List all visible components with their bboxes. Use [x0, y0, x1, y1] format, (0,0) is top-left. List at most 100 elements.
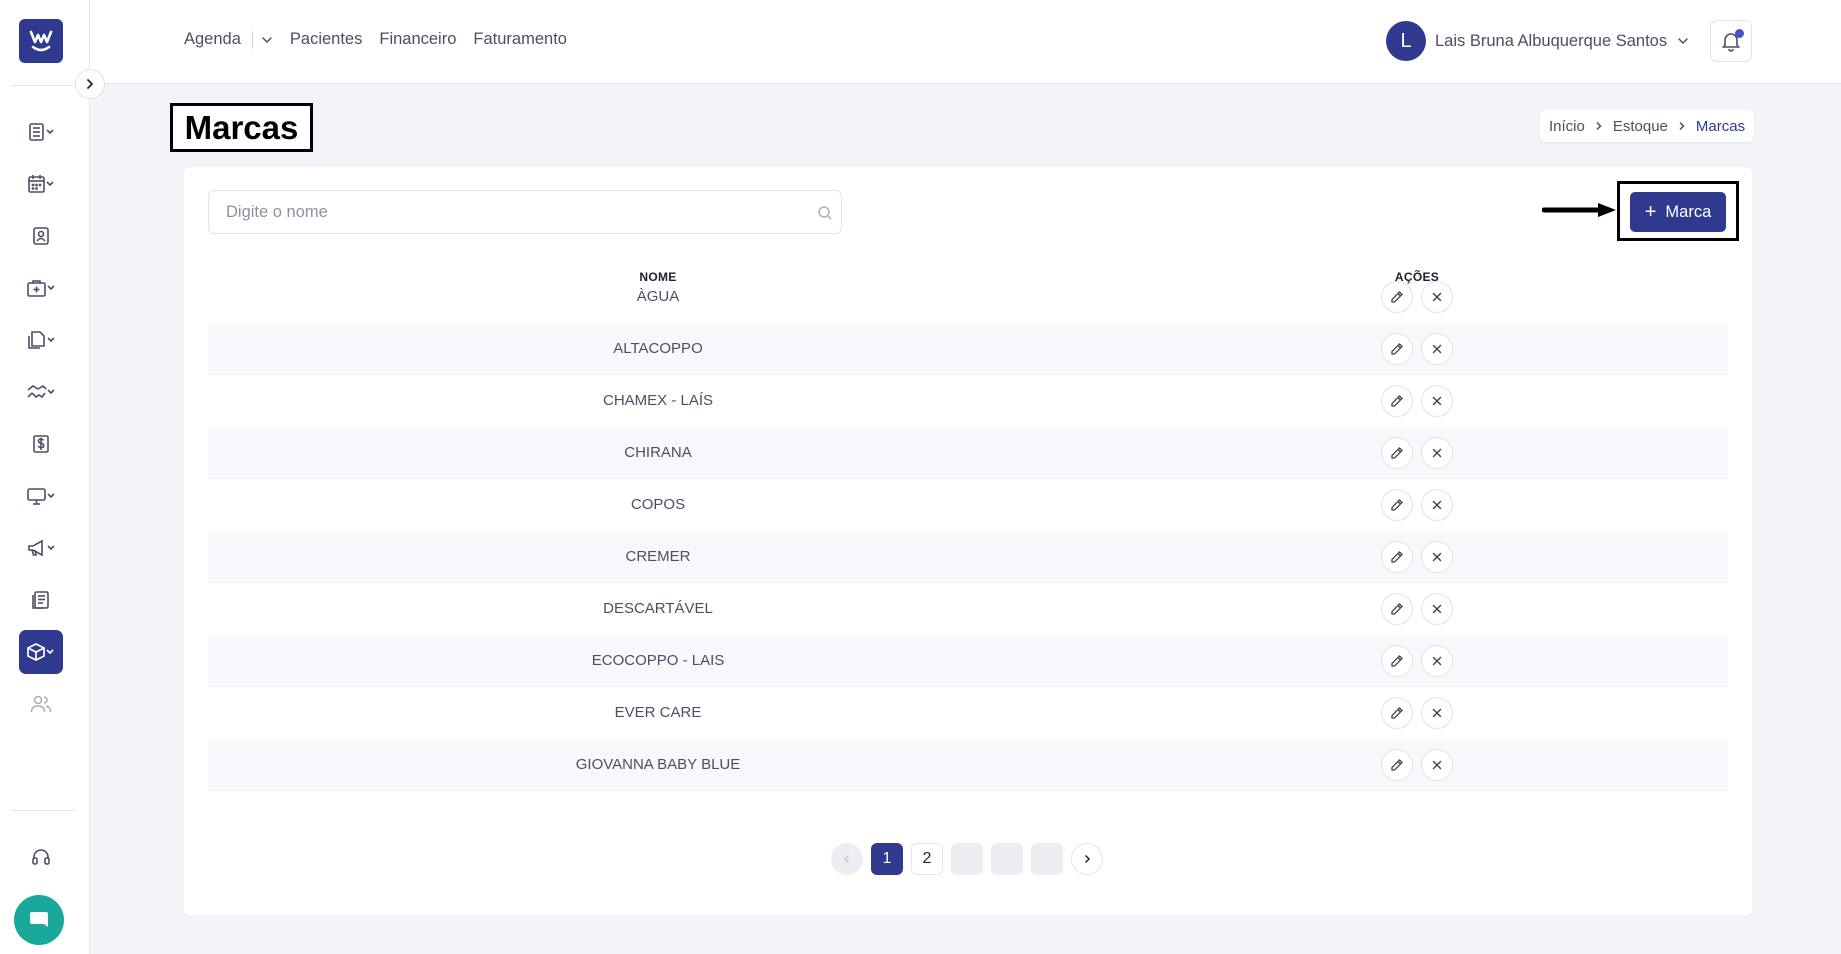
- sidebar-item-reports[interactable]: [19, 578, 63, 622]
- close-icon: [1432, 396, 1442, 406]
- nav-agenda[interactable]: Agenda: [184, 30, 241, 49]
- search-field[interactable]: [208, 190, 842, 234]
- user-dropdown-toggle[interactable]: [1677, 35, 1689, 47]
- prev-page-button[interactable]: [831, 843, 863, 875]
- sidebar-divider: [11, 810, 75, 811]
- edit-button[interactable]: [1381, 437, 1413, 469]
- sidebar-item-marketing[interactable]: [19, 526, 63, 570]
- sidebar: [0, 0, 90, 954]
- edit-button[interactable]: [1381, 593, 1413, 625]
- brand-name: COPOS: [630, 496, 686, 513]
- edit-button[interactable]: [1381, 385, 1413, 417]
- next-page-button[interactable]: [1071, 843, 1103, 875]
- close-icon: [1432, 292, 1442, 302]
- sidebar-collapse-button[interactable]: [75, 69, 105, 99]
- edit-button[interactable]: [1381, 333, 1413, 365]
- chat-icon: [30, 912, 48, 927]
- sidebar-item-clinic[interactable]: [19, 266, 63, 310]
- table-row: ÀGUA: [208, 271, 1728, 323]
- delete-button[interactable]: [1421, 749, 1453, 781]
- chevron-down-icon: [262, 36, 272, 43]
- sidebar-item-support[interactable]: [19, 835, 63, 879]
- megaphone-icon: [28, 539, 55, 557]
- sidebar-item-stock[interactable]: [19, 630, 63, 674]
- handshake-icon: [27, 384, 55, 399]
- pencil-icon: [1391, 759, 1403, 771]
- pencil-icon: [1391, 447, 1403, 459]
- sidebar-item-schedule[interactable]: [19, 162, 63, 206]
- delete-button[interactable]: [1421, 437, 1453, 469]
- delete-button[interactable]: [1421, 541, 1453, 573]
- nav-faturamento[interactable]: Faturamento: [473, 30, 567, 49]
- table-row: CHIRANA: [208, 427, 1728, 479]
- app-logo[interactable]: [19, 19, 63, 63]
- pencil-icon: [1391, 707, 1403, 719]
- edit-button[interactable]: [1381, 489, 1413, 521]
- close-icon: [1432, 760, 1442, 770]
- pencil-icon: [1391, 343, 1403, 355]
- page-button[interactable]: [951, 843, 983, 875]
- sidebar-item-finance[interactable]: [19, 422, 63, 466]
- nav-pacientes[interactable]: Pacientes: [290, 30, 362, 49]
- sidebar-item-records[interactable]: [19, 110, 63, 154]
- patient-card-icon: [33, 227, 49, 245]
- close-icon: [1432, 344, 1442, 354]
- sidebar-item-documents[interactable]: [19, 318, 63, 362]
- sidebar-item-agreements[interactable]: [19, 370, 63, 414]
- chevron-right-icon: [1084, 854, 1091, 864]
- breadcrumb-inicio[interactable]: Início: [1549, 118, 1585, 135]
- brand-name: GIOVANNA BABY BLUE: [575, 756, 741, 773]
- brand-name: EVER CARE: [614, 704, 702, 721]
- page-button[interactable]: 1: [871, 843, 903, 875]
- page-button[interactable]: 2: [911, 843, 943, 875]
- delete-button[interactable]: [1421, 489, 1453, 521]
- box-icon: [27, 643, 54, 661]
- chat-button[interactable]: [14, 895, 64, 945]
- user-name[interactable]: Lais Bruna Albuquerque Santos: [1435, 32, 1667, 51]
- chevron-down-icon: [1678, 38, 1688, 45]
- edit-button[interactable]: [1381, 645, 1413, 677]
- chevron-right-icon: [1679, 121, 1685, 131]
- close-icon: [1432, 708, 1442, 718]
- avatar[interactable]: L: [1386, 21, 1426, 61]
- close-icon: [1432, 604, 1442, 614]
- delete-button[interactable]: [1421, 645, 1453, 677]
- calendar-icon: [28, 175, 54, 193]
- sidebar-item-users[interactable]: [19, 682, 63, 726]
- delete-button[interactable]: [1421, 385, 1453, 417]
- page-button[interactable]: [991, 843, 1023, 875]
- notifications-button[interactable]: [1710, 20, 1752, 62]
- delete-button[interactable]: [1421, 281, 1453, 313]
- menu-list-icon: [29, 123, 54, 141]
- table-row: ECOCOPPO - LAIS: [208, 635, 1728, 687]
- agenda-dropdown-button[interactable]: [261, 34, 273, 46]
- edit-button[interactable]: [1381, 541, 1413, 573]
- delete-button[interactable]: [1421, 333, 1453, 365]
- nav-financeiro[interactable]: Financeiro: [379, 30, 456, 49]
- close-icon: [1432, 448, 1442, 458]
- close-icon: [1432, 552, 1442, 562]
- pencil-icon: [1391, 655, 1403, 667]
- edit-button[interactable]: [1381, 697, 1413, 729]
- table-row: DESCARTÁVEL: [208, 583, 1728, 635]
- pencil-icon: [1391, 603, 1403, 615]
- pagination: 1 2: [831, 843, 1111, 875]
- breadcrumb-marcas: Marcas: [1695, 117, 1746, 135]
- delete-button[interactable]: [1421, 697, 1453, 729]
- add-brand-button[interactable]: + Marca: [1630, 192, 1726, 232]
- sidebar-item-patients[interactable]: [19, 214, 63, 258]
- breadcrumb-estoque[interactable]: Estoque: [1613, 118, 1668, 135]
- delete-button[interactable]: [1421, 593, 1453, 625]
- edit-button[interactable]: [1381, 749, 1413, 781]
- sidebar-item-devices[interactable]: [19, 474, 63, 518]
- pencil-icon: [1391, 395, 1403, 407]
- dollar-icon: [33, 435, 49, 453]
- plus-icon: +: [1644, 201, 1657, 223]
- search-input[interactable]: [209, 191, 841, 233]
- edit-button[interactable]: [1381, 281, 1413, 313]
- user-menu[interactable]: L Lais Bruna Albuquerque Santos: [1386, 21, 1689, 61]
- breadcrumb-separator: [1677, 121, 1687, 131]
- page-button[interactable]: [1031, 843, 1063, 875]
- pencil-icon: [1391, 499, 1403, 511]
- nav-separator: [251, 30, 253, 49]
